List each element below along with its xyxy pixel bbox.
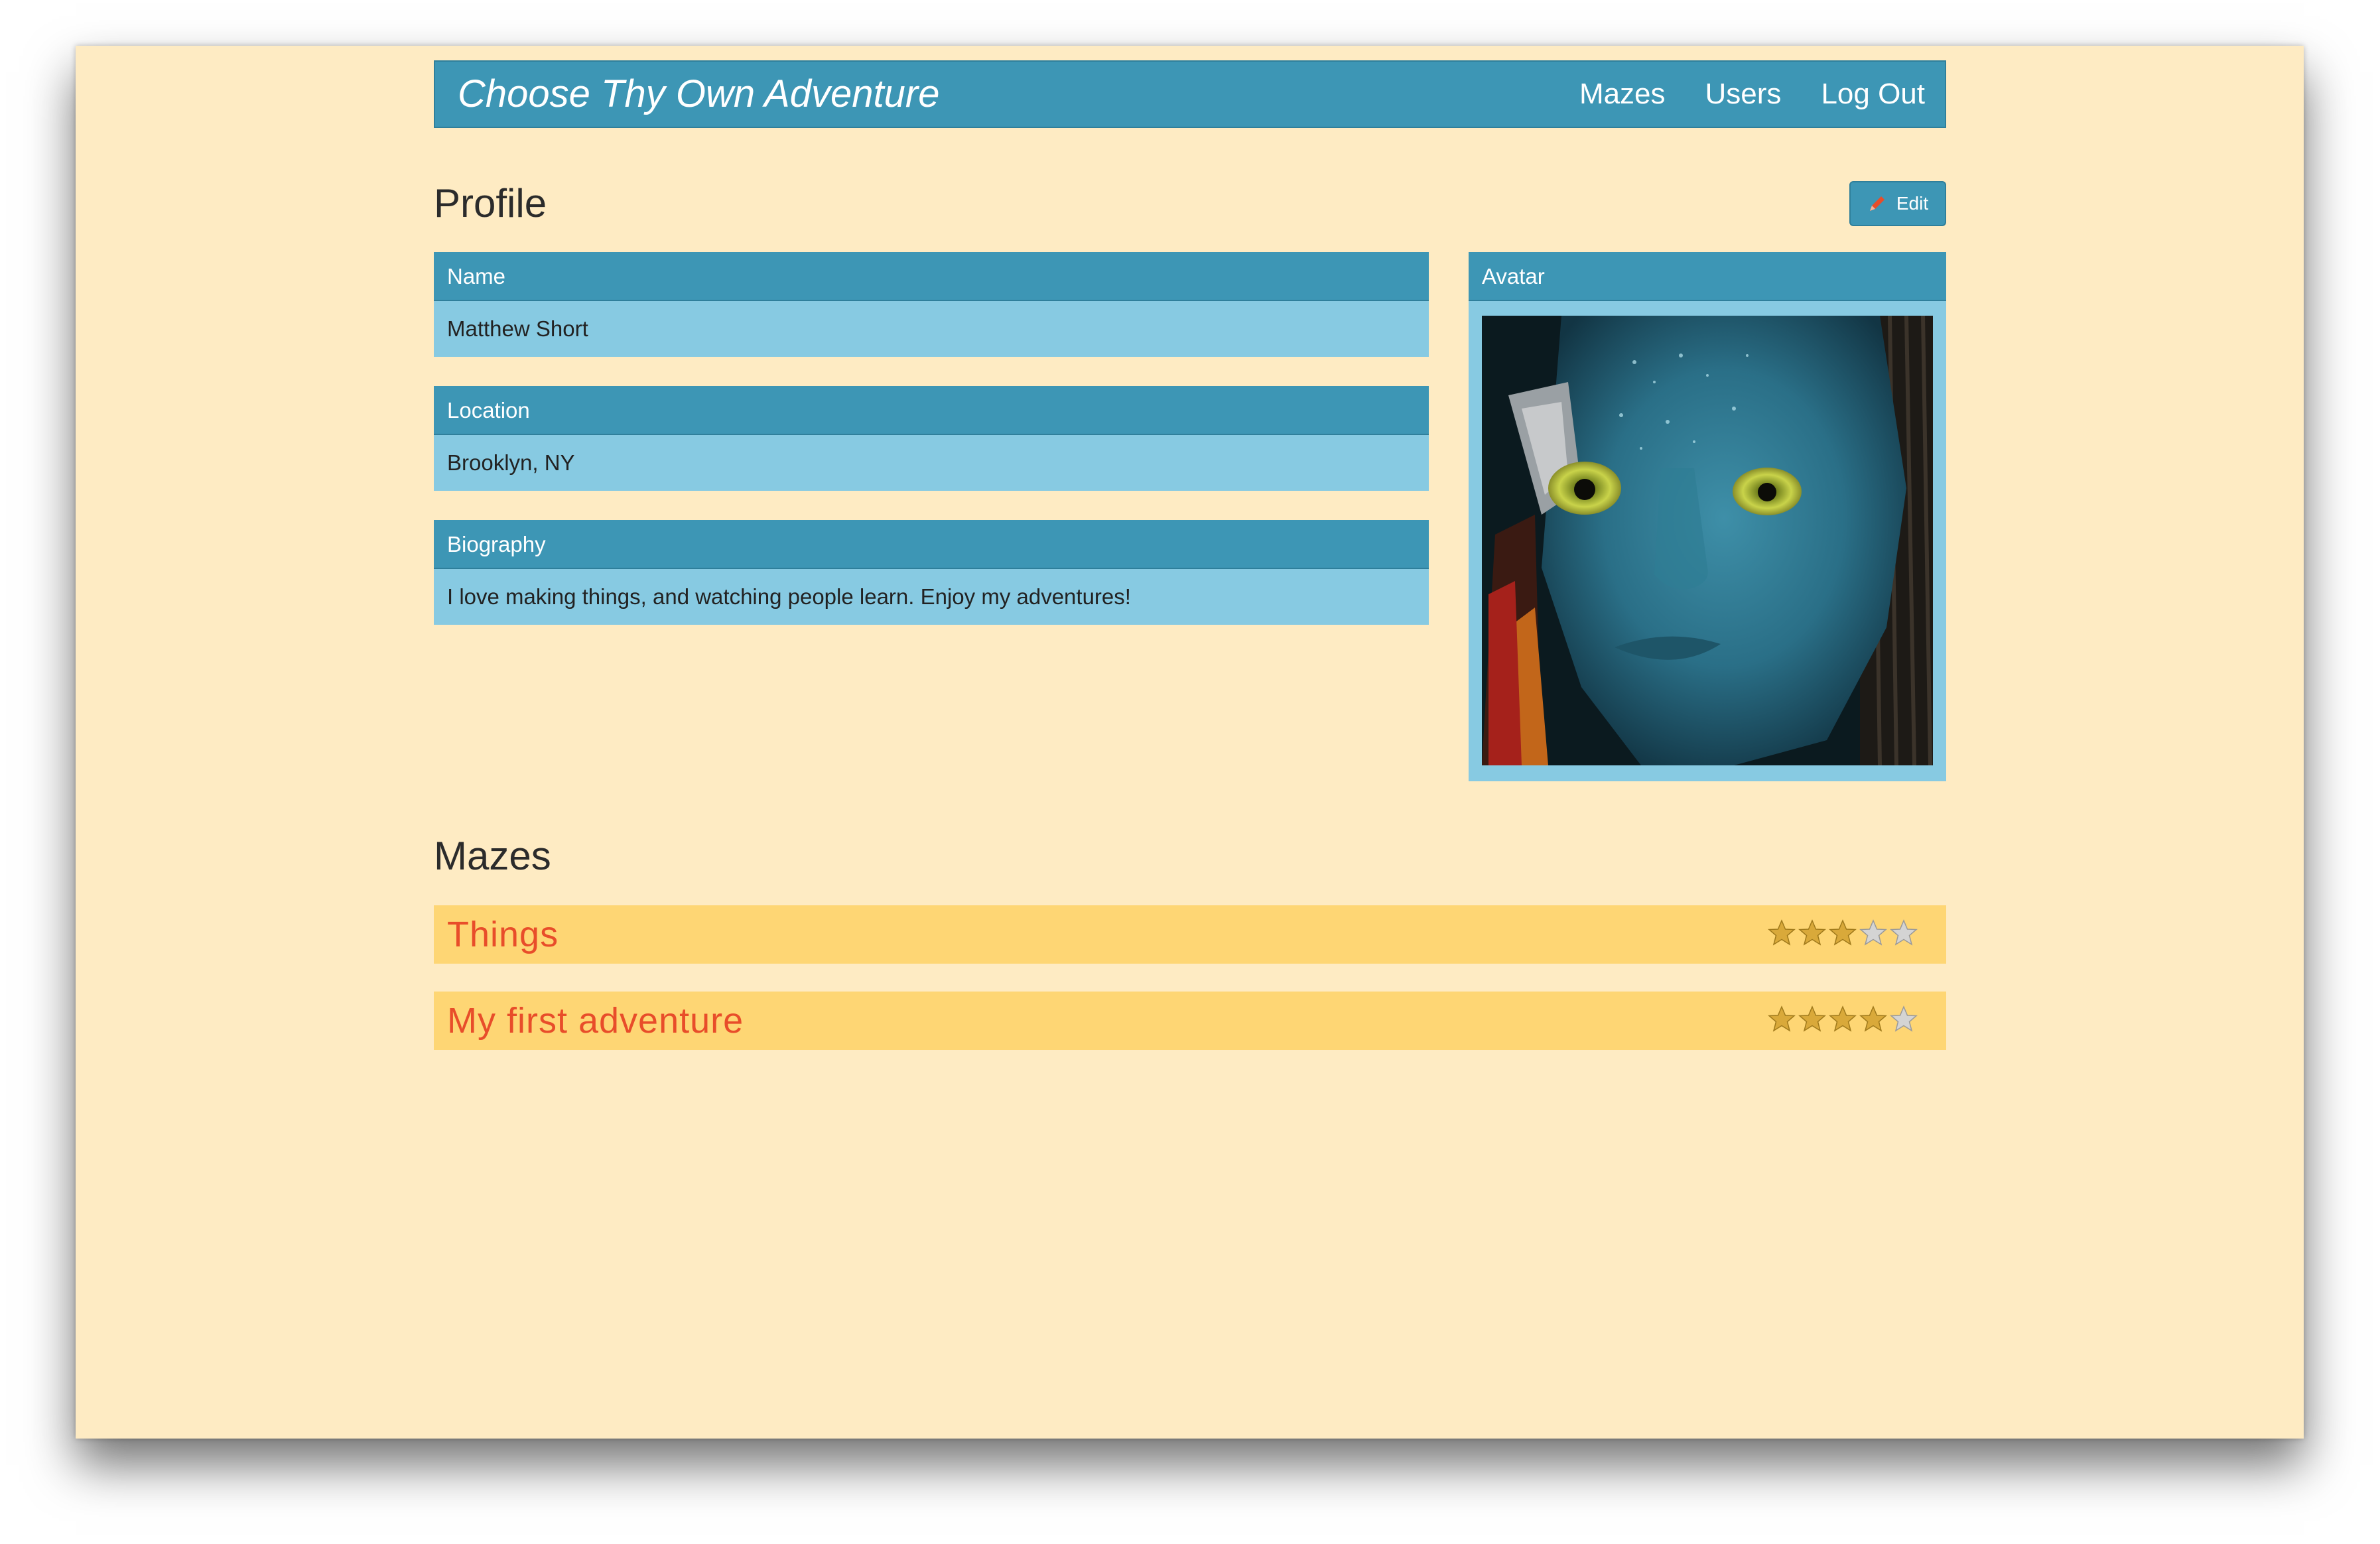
nav-links: Mazes Users Log Out	[1579, 71, 1925, 117]
biography-value: I love making things, and watching peopl…	[434, 569, 1429, 625]
maze-item[interactable]: Things	[434, 905, 1946, 964]
location-panel: Location Brooklyn, NY	[434, 386, 1429, 491]
maze-item[interactable]: My first adventure	[434, 992, 1946, 1050]
nav-link-users[interactable]: Users	[1705, 71, 1782, 117]
browser-window: Choose Thy Own Adventure Mazes Users Log…	[76, 46, 2304, 1439]
biography-panel: Biography I love making things, and watc…	[434, 520, 1429, 625]
star-filled-icon	[1768, 919, 1796, 946]
nav-link-logout[interactable]: Log Out	[1821, 71, 1925, 117]
star-filled-icon	[1859, 1005, 1887, 1032]
avatar-panel: Avatar	[1469, 252, 1946, 781]
star-filled-icon	[1829, 919, 1857, 946]
star-empty-icon	[1859, 919, 1887, 946]
nav-link-mazes[interactable]: Mazes	[1579, 71, 1666, 117]
edit-button-label: Edit	[1896, 193, 1929, 214]
maze-title[interactable]: My first adventure	[447, 992, 744, 1050]
name-value: Matthew Short	[434, 301, 1429, 357]
star-rating	[1767, 1005, 1918, 1034]
avatar-label: Avatar	[1469, 252, 1946, 301]
brand-title[interactable]: Choose Thy Own Adventure	[458, 71, 939, 117]
star-empty-icon	[1890, 1005, 1918, 1032]
mazes-heading: Mazes	[434, 834, 551, 878]
biography-label: Biography	[434, 520, 1429, 569]
profile-heading: Profile	[434, 181, 547, 225]
avatar-image	[1482, 316, 1933, 765]
star-filled-icon	[1829, 1005, 1857, 1032]
pencil-icon	[1869, 196, 1884, 211]
name-label: Name	[434, 252, 1429, 301]
maze-title[interactable]: Things	[447, 905, 559, 964]
navbar: Choose Thy Own Adventure Mazes Users Log…	[434, 60, 1946, 128]
avatar-portrait-icon	[1482, 316, 1933, 765]
location-value: Brooklyn, NY	[434, 435, 1429, 491]
star-filled-icon	[1798, 1005, 1826, 1032]
location-label: Location	[434, 386, 1429, 435]
name-panel: Name Matthew Short	[434, 252, 1429, 357]
star-empty-icon	[1890, 919, 1918, 946]
star-filled-icon	[1798, 919, 1826, 946]
star-rating	[1767, 919, 1918, 948]
star-filled-icon	[1768, 1005, 1796, 1032]
edit-button[interactable]: Edit	[1849, 181, 1946, 226]
